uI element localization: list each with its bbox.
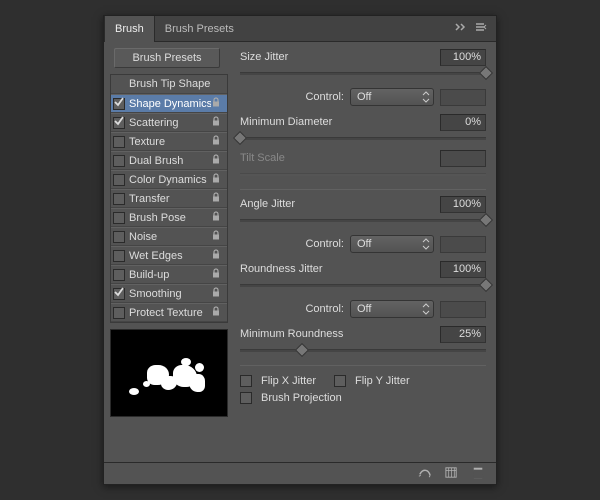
panel-menu-icon[interactable] [474,20,488,37]
option-protect-texture[interactable]: Protect Texture [111,303,227,322]
min-diameter-slider[interactable] [240,132,486,146]
flip-y-checkbox[interactable] [334,375,346,387]
checkbox[interactable] [113,288,125,300]
option-wet-edges[interactable]: Wet Edges [111,246,227,265]
flip-x-checkbox[interactable] [240,375,252,387]
tilt-scale-slider [240,168,486,182]
tab-brush[interactable]: Brush [104,16,155,42]
lock-icon[interactable] [211,173,223,186]
chevron-updown-icon [422,237,430,254]
size-jitter-value[interactable]: 100% [440,49,486,66]
checkbox[interactable] [113,136,125,148]
brush-panel: Brush Brush Presets Brush Presets Brush … [103,15,497,485]
lock-icon[interactable] [211,97,223,110]
angle-control-value[interactable] [440,236,486,253]
option-smoothing[interactable]: Smoothing [111,284,227,303]
lock-icon[interactable] [211,306,223,319]
min-roundness-slider[interactable] [240,344,486,358]
shape-dynamics-settings: Size Jitter100% Control:Off Minimum Diam… [234,42,496,462]
panel-footer [104,462,496,484]
lock-icon[interactable] [211,249,223,262]
checkbox[interactable] [113,231,125,243]
option-color-dynamics[interactable]: Color Dynamics [111,170,227,189]
min-roundness-label: Minimum Roundness [240,328,440,340]
option-brush-pose[interactable]: Brush Pose [111,208,227,227]
lock-icon[interactable] [211,135,223,148]
angle-control-label: Control: [305,238,344,250]
brush-options-list: Brush Tip ShapeShape DynamicsScatteringT… [110,74,228,323]
tilt-scale-label: Tilt Scale [240,152,440,164]
checkbox[interactable] [113,155,125,167]
lock-icon[interactable] [211,211,223,224]
roundness-jitter-label: Roundness Jitter [240,263,440,275]
chevron-updown-icon [422,90,430,107]
size-jitter-label: Size Jitter [240,51,440,63]
option-build-up[interactable]: Build-up [111,265,227,284]
option-brush-tip-shape[interactable]: Brush Tip Shape [111,75,227,94]
option-dual-brush[interactable]: Dual Brush [111,151,227,170]
angle-jitter-value[interactable]: 100% [440,196,486,213]
tab-brush-presets[interactable]: Brush Presets [155,16,244,42]
size-jitter-slider[interactable] [240,67,486,81]
panel-tabs: Brush Brush Presets [104,16,496,42]
angle-jitter-slider[interactable] [240,214,486,228]
brush-preview [110,329,228,417]
checkbox[interactable] [113,250,125,262]
lock-icon[interactable] [211,116,223,129]
checkbox[interactable] [113,117,125,129]
angle-jitter-label: Angle Jitter [240,198,440,210]
checkbox[interactable] [113,98,125,110]
tilt-scale-value [440,150,486,167]
option-transfer[interactable]: Transfer [111,189,227,208]
angle-control-dropdown[interactable]: Off [350,235,434,253]
expand-icon[interactable] [454,20,468,37]
size-control-dropdown[interactable]: Off [350,88,434,106]
option-texture[interactable]: Texture [111,132,227,151]
flip-y-label: Flip Y Jitter [355,375,410,387]
checkbox[interactable] [113,212,125,224]
min-roundness-value[interactable]: 25% [440,326,486,343]
lock-icon[interactable] [211,192,223,205]
checkbox[interactable] [113,174,125,186]
brush-projection-label: Brush Projection [261,392,342,404]
lock-icon[interactable] [211,154,223,167]
checkbox[interactable] [113,269,125,281]
roundness-control-dropdown[interactable]: Off [350,300,434,318]
brush-presets-button[interactable]: Brush Presets [114,48,220,68]
lock-icon[interactable] [211,230,223,243]
option-scattering[interactable]: Scattering [111,113,227,132]
checkbox[interactable] [113,193,125,205]
delete-brush-icon[interactable] [471,465,486,483]
checkbox[interactable] [113,307,125,319]
min-diameter-label: Minimum Diameter [240,116,440,128]
roundness-jitter-slider[interactable] [240,279,486,293]
roundness-control-value[interactable] [440,301,486,318]
min-diameter-value[interactable]: 0% [440,114,486,131]
lock-icon[interactable] [211,268,223,281]
toggle-preview-icon[interactable] [417,465,432,483]
chevron-updown-icon [422,302,430,319]
brush-projection-checkbox[interactable] [240,392,252,404]
brush-options-sidebar: Brush Presets Brush Tip ShapeShape Dynam… [104,42,234,462]
option-shape-dynamics[interactable]: Shape Dynamics [111,94,227,113]
flip-x-label: Flip X Jitter [261,375,316,387]
new-brush-icon[interactable] [444,465,459,483]
size-control-label: Control: [305,91,344,103]
roundness-control-label: Control: [305,303,344,315]
roundness-jitter-value[interactable]: 100% [440,261,486,278]
lock-icon[interactable] [211,287,223,300]
option-noise[interactable]: Noise [111,227,227,246]
size-control-value[interactable] [440,89,486,106]
